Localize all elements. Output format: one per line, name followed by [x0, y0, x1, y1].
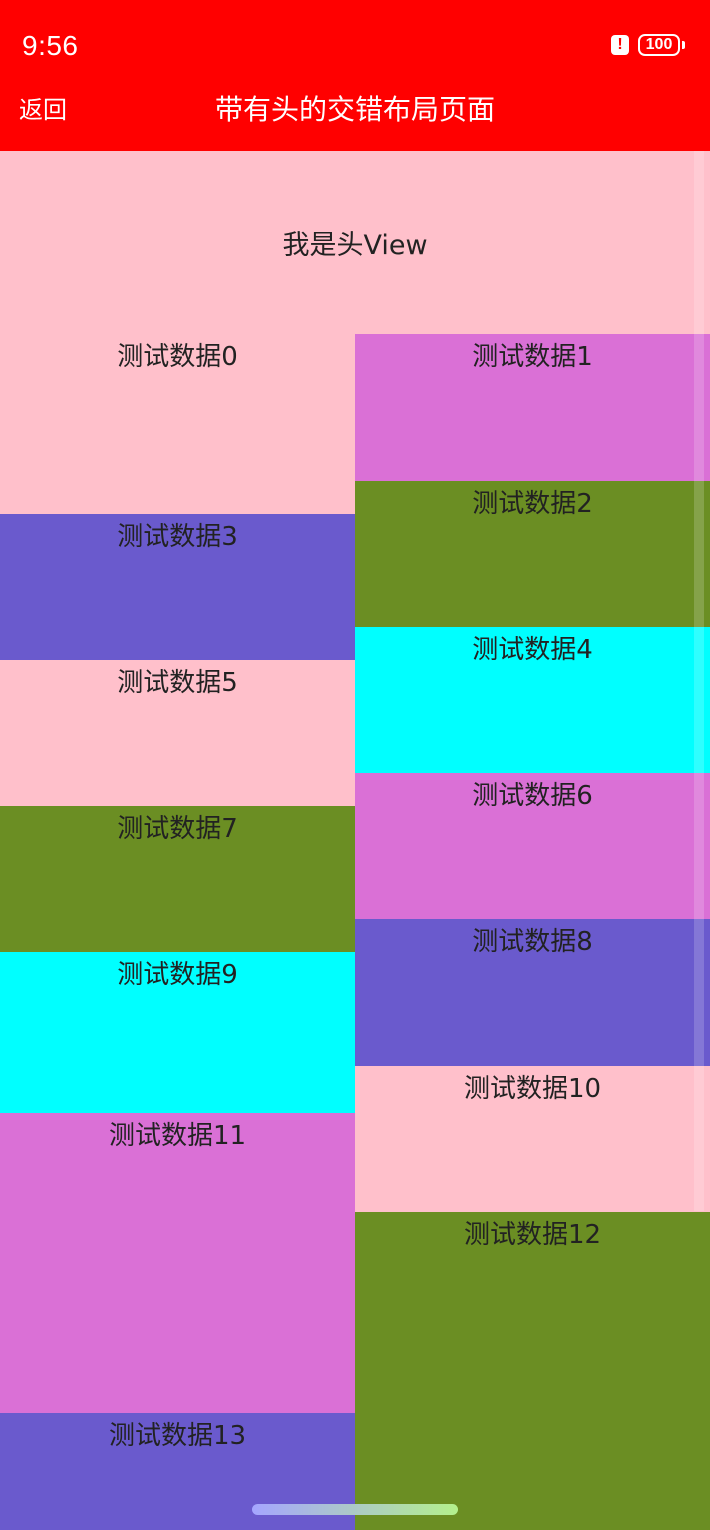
list-item-2[interactable]: 测试数据2 — [355, 481, 710, 627]
status-time: 9:56 — [22, 30, 79, 61]
list-item-6[interactable]: 测试数据6 — [355, 773, 710, 919]
list-item-label: 测试数据7 — [117, 814, 238, 844]
list-item-3[interactable]: 测试数据3 — [0, 514, 355, 660]
list-item-label: 测试数据10 — [463, 1074, 602, 1104]
list-item-0[interactable]: 测试数据0 — [0, 334, 355, 514]
list-item-1[interactable]: 测试数据1 — [355, 334, 710, 481]
scrollbar[interactable] — [694, 151, 704, 1211]
back-button[interactable]: 返回 — [19, 90, 67, 130]
list-item-7[interactable]: 测试数据7 — [0, 806, 355, 952]
list-item-12[interactable]: 测试数据12 — [355, 1212, 710, 1530]
list-item-label: 测试数据6 — [472, 781, 593, 811]
battery-tip — [682, 41, 685, 49]
list-item-5[interactable]: 测试数据5 — [0, 660, 355, 806]
battery-icon: 100 — [638, 34, 680, 56]
list-item-label: 测试数据8 — [472, 927, 593, 957]
alert-icon: ! — [611, 35, 629, 55]
home-indicator[interactable] — [252, 1504, 458, 1515]
status-bar: 9:56 ! 100 — [0, 0, 710, 90]
list-item-label: 测试数据13 — [108, 1421, 247, 1451]
list-item-label: 测试数据0 — [117, 342, 238, 372]
list-item-11[interactable]: 测试数据11 — [0, 1113, 355, 1413]
list-item-label: 测试数据9 — [117, 960, 238, 990]
list-item-label: 测试数据3 — [117, 522, 238, 552]
title-bar: 带有头的交错布局页面 返回 — [0, 90, 710, 151]
list-item-label: 测试数据12 — [463, 1220, 602, 1250]
list-item-label: 测试数据11 — [108, 1121, 247, 1151]
list-item-4[interactable]: 测试数据4 — [355, 627, 710, 773]
list-item-10[interactable]: 测试数据10 — [355, 1066, 710, 1212]
list-item-label: 测试数据1 — [472, 342, 593, 372]
header-view: 我是头View — [0, 151, 710, 334]
list-item-label: 测试数据4 — [472, 635, 593, 665]
header-view-label: 我是头View — [282, 230, 428, 261]
list-item-label: 测试数据5 — [117, 668, 238, 698]
list-item-8[interactable]: 测试数据8 — [355, 919, 710, 1066]
page-title: 带有头的交错布局页面 — [214, 93, 495, 126]
list-item-label: 测试数据2 — [472, 489, 593, 519]
list-item-9[interactable]: 测试数据9 — [0, 952, 355, 1113]
